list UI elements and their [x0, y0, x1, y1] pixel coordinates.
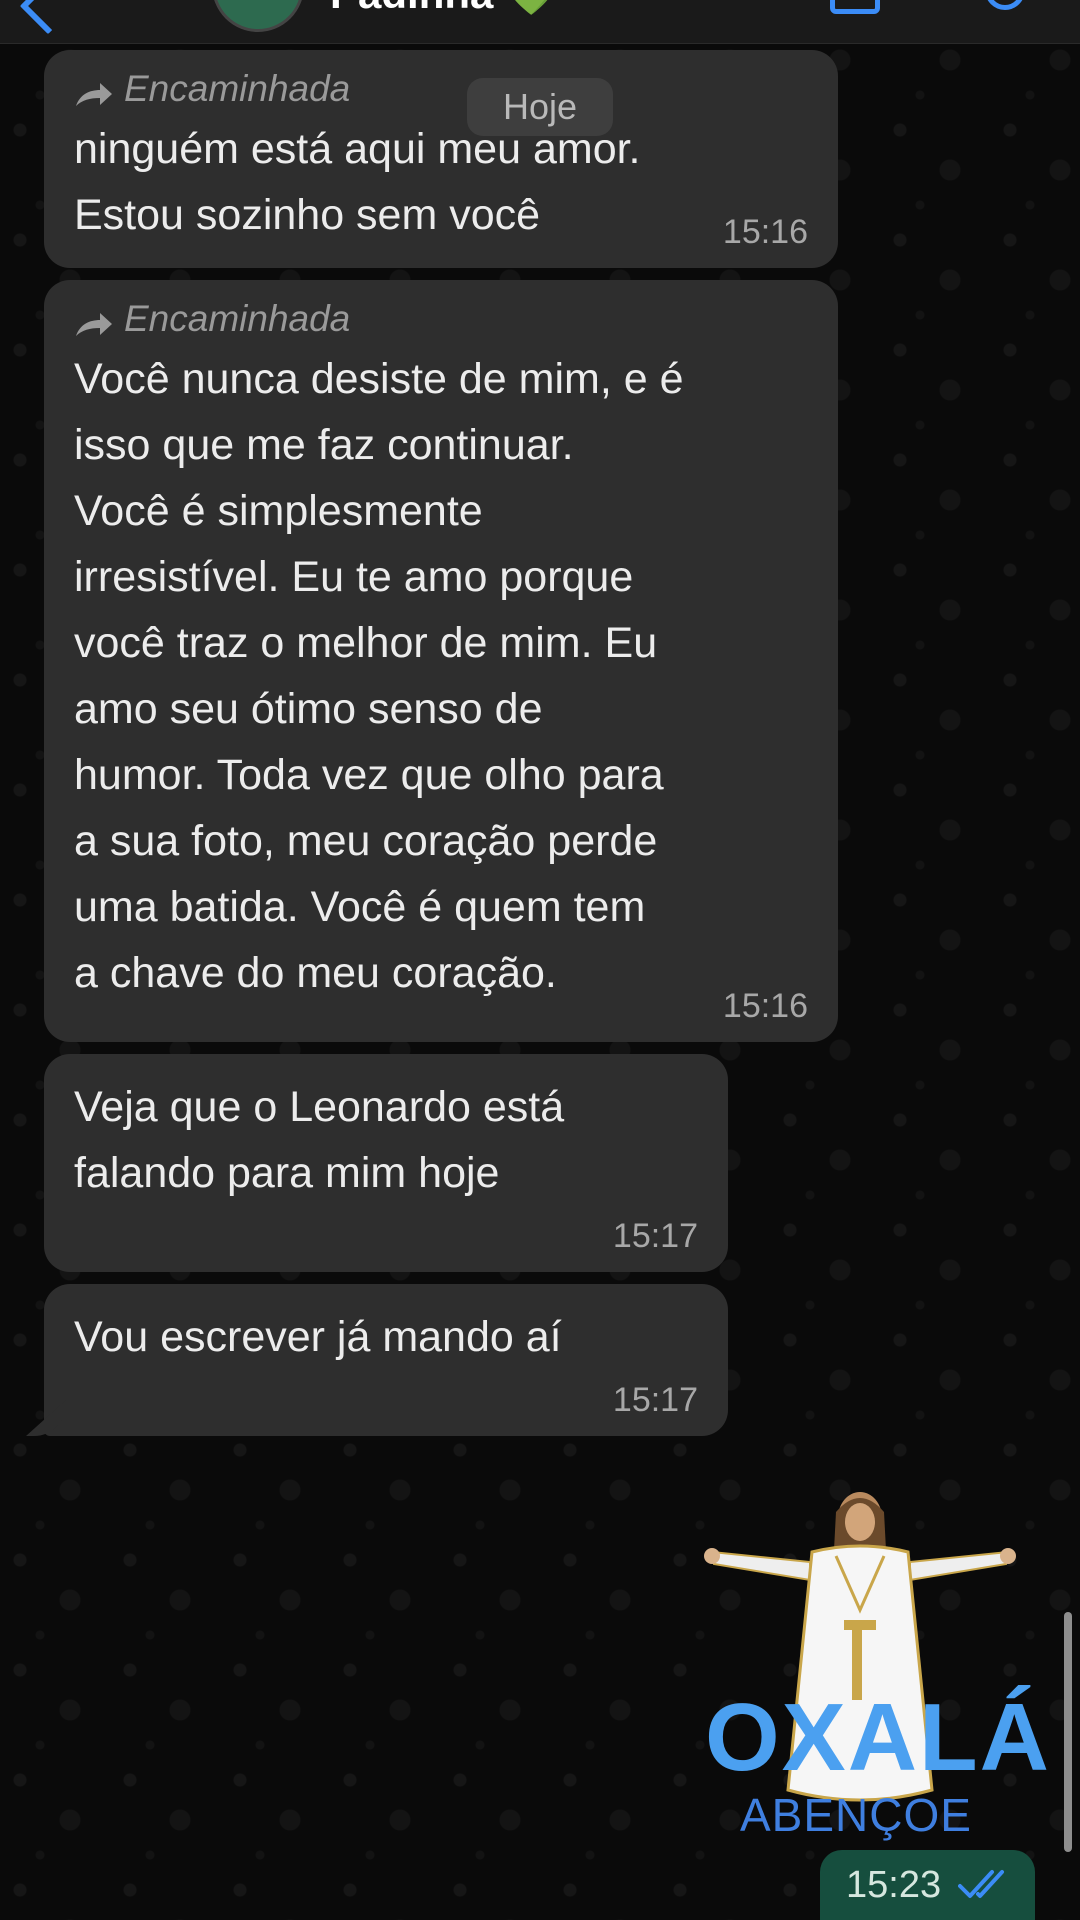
date-separator: Hoje	[467, 78, 613, 136]
message-text: Vou escrever já mando aí	[74, 1313, 562, 1361]
video-call-icon[interactable]	[830, 0, 880, 14]
message-time: 15:17	[612, 1217, 698, 1255]
forward-arrow-icon	[74, 307, 112, 336]
avatar[interactable]	[212, 0, 304, 32]
message-time: 15:16	[722, 213, 808, 251]
message-bubble[interactable]: Vou escrever já mando aí 15:17	[44, 1284, 728, 1436]
message-text: Veja que o Leonardo está falando para mi…	[74, 1083, 565, 1197]
message-text: ninguém está aqui meu amor. Estou sozinh…	[74, 125, 641, 239]
sticker-subtitle-text: ABENÇOE	[740, 1789, 972, 1841]
chat-header: Padinha 💚	[0, 0, 1080, 44]
sticker-title-text: OXALÁ	[705, 1684, 1051, 1791]
forwarded-label: Encaminhada	[74, 68, 810, 110]
message-bubble[interactable]: Encaminhada ninguém está aqui meu amor. …	[44, 50, 838, 268]
forwarded-label: Encaminhada	[74, 298, 810, 340]
contact-name[interactable]: Padinha 💚	[330, 0, 557, 19]
scrollbar[interactable]	[1064, 1612, 1072, 1852]
message-time: 15:16	[722, 987, 808, 1025]
back-icon[interactable]	[19, 0, 77, 35]
message-bubble[interactable]: Encaminhada Você nunca desiste de mim, e…	[44, 280, 838, 1042]
message-time: 15:17	[612, 1381, 698, 1419]
forward-arrow-icon	[74, 77, 112, 106]
message-text: Você nunca desiste de mim, e é isso que …	[74, 355, 684, 997]
double-check-read-icon	[958, 1870, 1004, 1898]
message-bubble[interactable]: Veja que o Leonardo está falando para mi…	[44, 1054, 728, 1272]
voice-call-icon[interactable]	[985, 0, 1025, 10]
